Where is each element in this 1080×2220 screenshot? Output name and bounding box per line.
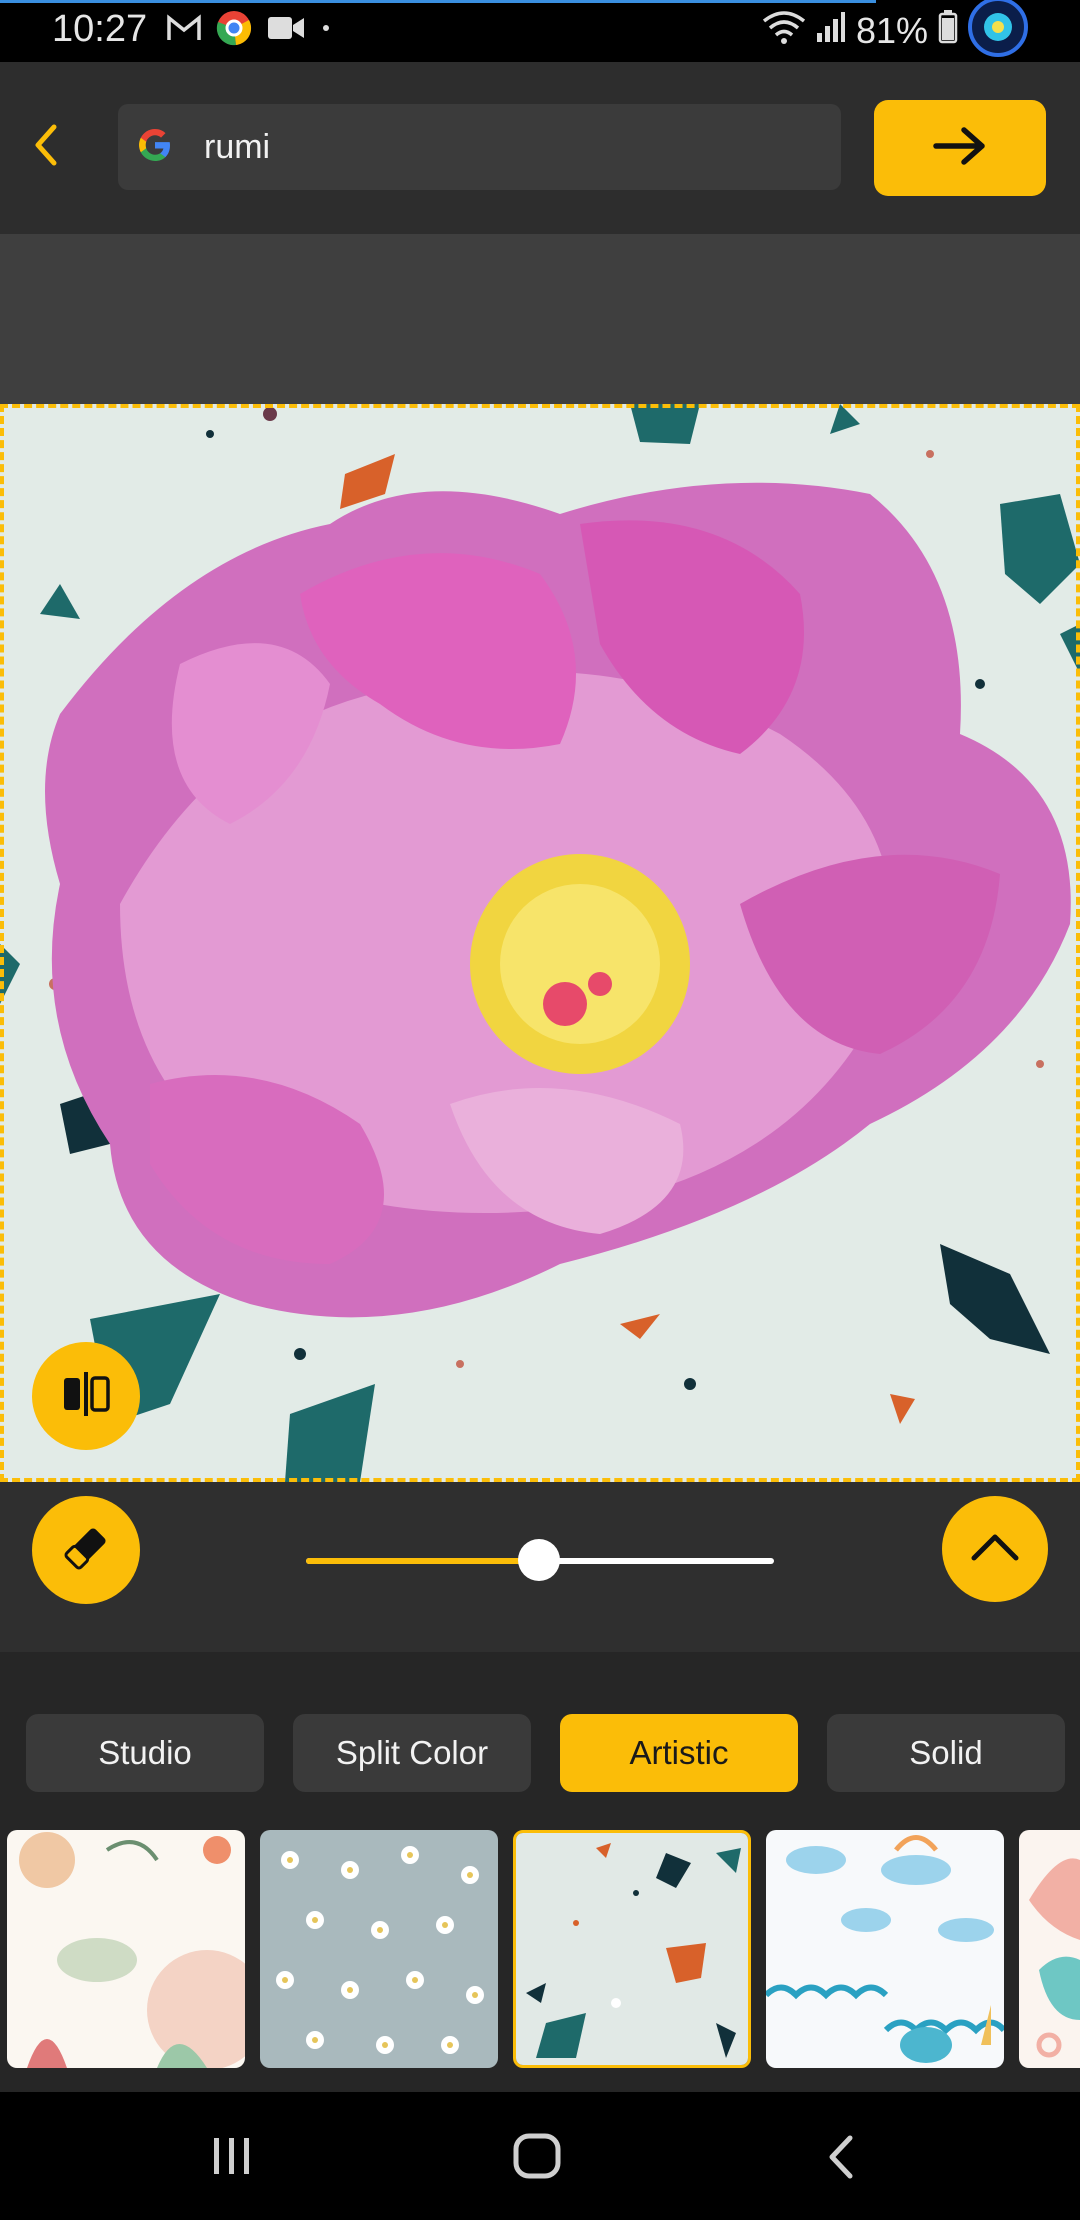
thumbnail-daisy[interactable] xyxy=(260,1830,498,2068)
search-go-button[interactable] xyxy=(874,100,1046,196)
tab-split-color[interactable]: Split Color xyxy=(293,1714,531,1792)
chevron-up-icon xyxy=(970,1532,1020,1567)
search-input[interactable]: rumi xyxy=(118,104,841,190)
chevron-left-icon xyxy=(30,121,60,174)
recents-icon[interactable] xyxy=(208,2134,256,2183)
page-load-progress xyxy=(0,0,876,3)
gmail-icon xyxy=(166,13,202,48)
brush-size-slider-thumb[interactable] xyxy=(518,1539,560,1581)
google-icon xyxy=(134,124,176,171)
canvas-padding xyxy=(0,234,1080,404)
arrow-right-icon xyxy=(932,126,988,171)
battery-percent: 81% xyxy=(855,10,928,51)
brush-size-slider-fill xyxy=(306,1558,540,1564)
status-system-icons: 81% xyxy=(762,0,1080,62)
thumbnail-clouds-waves[interactable] xyxy=(766,1830,1004,2068)
dot-icon xyxy=(320,13,332,48)
editor-canvas[interactable] xyxy=(0,404,1080,1482)
tab-solid[interactable]: Solid xyxy=(827,1714,1065,1792)
status-time: 10:27 xyxy=(52,8,148,50)
peony-flower xyxy=(45,482,1071,1318)
tab-studio[interactable]: Studio xyxy=(26,1714,264,1792)
expand-panel-button[interactable] xyxy=(942,1496,1048,1602)
status-notification-icons xyxy=(166,10,332,51)
signal-icon xyxy=(816,10,846,52)
home-icon[interactable] xyxy=(512,2130,564,2187)
search-query: rumi xyxy=(204,127,271,166)
chrome-icon xyxy=(216,10,252,51)
compare-button[interactable] xyxy=(32,1342,140,1450)
wifi-icon xyxy=(762,9,806,54)
eraser-button[interactable] xyxy=(32,1496,140,1604)
back-button[interactable] xyxy=(20,112,70,182)
battery-icon xyxy=(938,9,958,53)
back-icon[interactable] xyxy=(822,2134,862,2185)
overlay-app-icon[interactable] xyxy=(968,0,1028,66)
eraser-icon xyxy=(58,1520,114,1581)
compare-split-icon xyxy=(60,1370,112,1423)
video-camera-icon xyxy=(266,13,306,48)
edited-photo xyxy=(0,404,1080,1482)
thumbnail-boho-floral[interactable] xyxy=(7,1830,245,2068)
thumbnail-pastel-rainbow[interactable] xyxy=(1019,1830,1080,2068)
thumbnail-terrazzo[interactable] xyxy=(513,1830,751,2068)
tab-artistic[interactable]: Artistic xyxy=(560,1714,798,1792)
